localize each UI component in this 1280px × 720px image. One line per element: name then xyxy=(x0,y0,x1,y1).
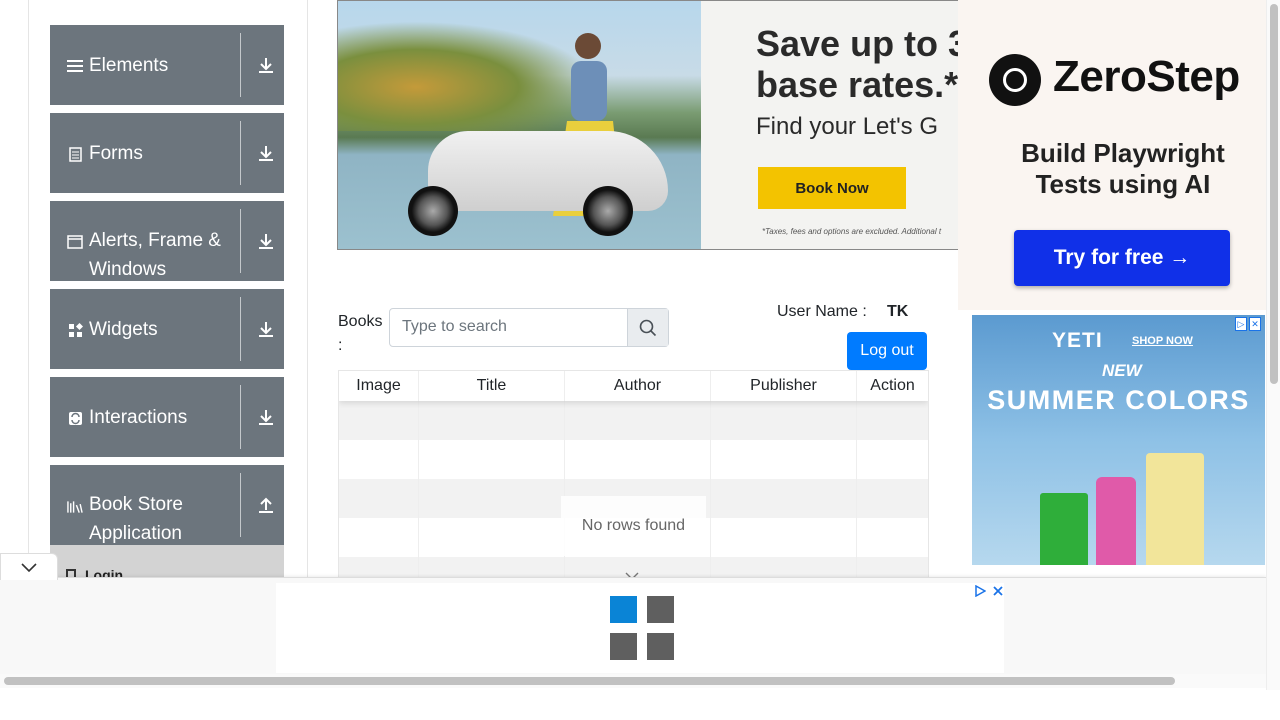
ad-placeholder-square xyxy=(647,633,674,660)
widgets-icon xyxy=(67,322,83,338)
column-header-image[interactable]: Image xyxy=(339,371,419,401)
sidebar-group-widgets[interactable]: Widgets xyxy=(50,289,284,369)
sidebar: Elements Forms Alerts, Frame & Windows W… xyxy=(28,0,308,581)
ad-placeholder-square xyxy=(610,633,637,660)
sidebar-group-elements[interactable]: Elements xyxy=(50,25,284,105)
ad-product-yellow-mug xyxy=(1146,453,1204,565)
column-header-title[interactable]: Title xyxy=(419,371,565,401)
sidebar-group-label: Elements xyxy=(89,55,169,76)
ad-product-pink-bottle xyxy=(1096,477,1136,565)
ad-subheadline: Find your Let's G xyxy=(756,113,938,140)
vertical-scrollbar[interactable] xyxy=(1266,0,1280,690)
shop-now-link[interactable]: SHOP NOW xyxy=(1132,335,1193,347)
interactions-icon xyxy=(67,410,83,426)
column-header-author[interactable]: Author xyxy=(565,371,711,401)
column-divider xyxy=(856,371,857,581)
sidebar-group-label: Book Store Application xyxy=(89,494,183,544)
search-button[interactable] xyxy=(627,309,668,346)
yeti-ad[interactable]: ▷ ✕ YETI SHOP NOW NEW SUMMER COLORS xyxy=(972,315,1265,565)
hamburger-icon xyxy=(67,58,83,74)
collapse-ad-tab[interactable] xyxy=(0,553,58,580)
sidebar-item-login[interactable]: Login xyxy=(50,545,284,580)
try-for-free-button[interactable]: Try for free → xyxy=(1014,230,1230,286)
zerostep-ad[interactable]: ZeroStep Build Playwright Tests using AI… xyxy=(958,0,1266,310)
ad-headline: Save up to 3 base rates.* xyxy=(756,23,959,105)
close-icon[interactable]: ✕ xyxy=(1249,317,1261,331)
sidebar-group-label: Forms xyxy=(89,143,143,164)
ad-fine-print: *Taxes, fees and options are excluded. A… xyxy=(762,227,942,236)
ad-photo-wheel xyxy=(408,186,458,236)
download-icon[interactable] xyxy=(256,143,276,163)
table-row xyxy=(339,401,928,440)
divider xyxy=(240,121,241,185)
table-header: Image Title Author Publisher Action xyxy=(339,371,928,401)
sidebar-group-book-store[interactable]: Book Store Application xyxy=(50,465,284,545)
ad-photo-car xyxy=(428,131,668,211)
ad-tagline: Build Playwright Tests using AI xyxy=(1021,138,1225,199)
column-header-publisher[interactable]: Publisher xyxy=(711,371,857,401)
divider xyxy=(240,385,241,449)
ad-brand: YETI xyxy=(1052,329,1103,352)
bottom-ad[interactable] xyxy=(276,583,1004,673)
username-value: TK xyxy=(887,303,909,320)
download-icon[interactable] xyxy=(256,55,276,75)
ad-product-green-cup xyxy=(1040,493,1088,565)
book-now-button[interactable]: Book Now xyxy=(758,167,906,209)
download-icon[interactable] xyxy=(256,407,276,427)
ad-headline: SUMMER COLORS xyxy=(987,385,1250,415)
sidebar-group-label: Alerts, Frame & Windows xyxy=(89,230,221,280)
upload-icon[interactable] xyxy=(256,495,276,515)
divider xyxy=(240,473,241,537)
close-icon[interactable] xyxy=(992,585,1004,597)
ad-placeholder-square xyxy=(647,596,674,623)
document-icon xyxy=(67,146,83,162)
search-input[interactable] xyxy=(390,309,626,344)
sidebar-group-alerts[interactable]: Alerts, Frame & Windows xyxy=(50,201,284,281)
books-icon xyxy=(67,498,83,514)
sidebar-group-interactions[interactable]: Interactions xyxy=(50,377,284,457)
horizontal-scrollbar[interactable] xyxy=(0,674,1266,688)
ad-placeholder-square xyxy=(610,596,637,623)
scrollbar-thumb[interactable] xyxy=(4,677,1175,685)
books-label: Books : xyxy=(338,313,383,354)
ad-choices-icon[interactable] xyxy=(974,585,986,597)
ad-choices-badge[interactable] xyxy=(974,585,1004,597)
sidebar-group-label: Widgets xyxy=(89,319,158,340)
search-box[interactable] xyxy=(389,308,669,347)
sidebar-group-forms[interactable]: Forms xyxy=(50,113,284,193)
table-row xyxy=(339,440,928,479)
ad-new-label: NEW xyxy=(1102,361,1142,380)
username-label: User Name : xyxy=(777,303,867,320)
chevron-down-icon xyxy=(21,563,37,573)
ad-choices-icon[interactable]: ▷ xyxy=(1235,317,1247,331)
ad-photo-wheel xyxy=(583,186,633,236)
column-divider xyxy=(710,371,711,581)
column-header-action[interactable]: Action xyxy=(857,371,928,401)
sidebar-group-label: Interactions xyxy=(89,407,188,428)
download-icon[interactable] xyxy=(256,319,276,339)
window-icon xyxy=(67,234,83,250)
download-icon[interactable] xyxy=(256,231,276,251)
logout-button[interactable]: Log out xyxy=(847,332,927,370)
search-icon xyxy=(639,319,657,336)
ad-choices-badge[interactable]: ▷ ✕ xyxy=(1235,317,1261,331)
divider xyxy=(240,33,241,97)
no-rows-message: No rows found xyxy=(561,496,706,556)
scrollbar-thumb[interactable] xyxy=(1270,4,1278,384)
banner-ad[interactable]: Save up to 3 base rates.* Find your Let'… xyxy=(337,0,959,250)
column-divider xyxy=(418,371,419,581)
divider xyxy=(240,297,241,361)
books-table: Image Title Author Publisher Action No r… xyxy=(338,370,929,582)
zerostep-logo-icon xyxy=(989,54,1041,106)
divider xyxy=(240,209,241,273)
ad-brand: ZeroStep xyxy=(1053,52,1240,101)
